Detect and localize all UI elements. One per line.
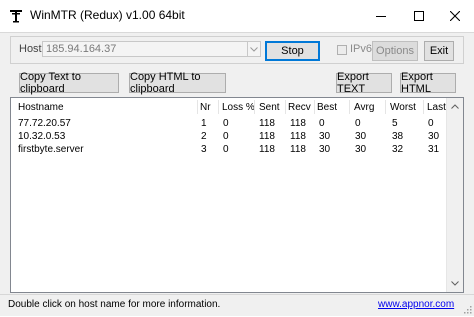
- cell-sent: 118: [259, 144, 275, 155]
- cell-worst: 38: [392, 131, 404, 142]
- column-divider[interactable]: [314, 100, 315, 114]
- column-divider[interactable]: [197, 100, 198, 114]
- stop-button[interactable]: Stop: [265, 41, 320, 61]
- column-divider[interactable]: [385, 100, 386, 114]
- column-header-hostname[interactable]: Hostname: [18, 102, 64, 113]
- host-combobox[interactable]: 185.94.164.37: [42, 41, 255, 57]
- title-separator: [0, 32, 474, 33]
- tower-antenna-icon: [8, 8, 24, 24]
- column-divider[interactable]: [254, 100, 255, 114]
- cell-hostname[interactable]: 10.32.0.53: [18, 131, 65, 142]
- column-divider[interactable]: [218, 100, 219, 114]
- export-text-button[interactable]: Export TEXT: [336, 71, 392, 95]
- scroll-down-button[interactable]: [447, 275, 463, 292]
- exit-button[interactable]: Exit: [424, 41, 454, 61]
- cell-last: 30: [428, 131, 440, 142]
- cell-nr: 2: [201, 131, 207, 142]
- cell-nr: 3: [201, 144, 207, 155]
- ipv6-checkbox[interactable]: [337, 45, 347, 55]
- column-header-best[interactable]: Best: [317, 102, 337, 113]
- close-icon: [449, 8, 461, 24]
- options-button[interactable]: Options: [372, 41, 418, 61]
- winmtr-window: WinMTR (Redux) v1.00 64bit Host: 185.94.…: [0, 0, 474, 316]
- chevron-down-icon: [250, 43, 258, 55]
- column-header-loss[interactable]: Loss %: [222, 102, 255, 113]
- ipv6-label: IPv6: [350, 43, 373, 55]
- minimize-icon: [376, 8, 386, 24]
- table-header: Hostname Nr Loss % Sent Recv Best Avrg W…: [11, 98, 463, 116]
- title-bar[interactable]: WinMTR (Redux) v1.00 64bit: [0, 0, 474, 32]
- cell-avrg: 0: [355, 118, 361, 129]
- status-bar: Double click on host name for more infor…: [0, 294, 474, 316]
- scroll-up-icon: [451, 102, 459, 111]
- column-header-avrg[interactable]: Avrg: [354, 102, 374, 113]
- host-dropdown-button[interactable]: [247, 41, 261, 57]
- window-title: WinMTR (Redux) v1.00 64bit: [30, 8, 185, 22]
- column-header-worst[interactable]: Worst: [390, 102, 416, 113]
- column-header-sent[interactable]: Sent: [259, 102, 280, 113]
- maximize-icon: [414, 8, 424, 24]
- copy-html-button[interactable]: Copy HTML to clipboard: [129, 71, 226, 95]
- cell-sent: 118: [259, 118, 275, 129]
- cell-loss: 0: [223, 131, 229, 142]
- scroll-up-button[interactable]: [447, 98, 463, 115]
- table-row[interactable]: 10.32.0.53 2 0 118 118 30 30 38 30: [11, 131, 463, 145]
- maximize-button[interactable]: [400, 0, 438, 32]
- scroll-down-icon: [451, 279, 459, 288]
- column-header-nr[interactable]: Nr: [200, 102, 211, 113]
- export-html-button[interactable]: Export HTML: [400, 71, 456, 95]
- cell-best: 30: [319, 131, 331, 142]
- cell-hostname[interactable]: 77.72.20.57: [18, 118, 71, 129]
- table-row[interactable]: firstbyte.server 3 0 118 118 30 30 32 31: [11, 144, 463, 158]
- copy-text-button[interactable]: Copy Text to clipboard: [19, 71, 119, 95]
- column-header-last[interactable]: Last: [427, 102, 446, 113]
- table-row[interactable]: 77.72.20.57 1 0 118 118 0 0 5 0: [11, 118, 463, 132]
- status-message: Double click on host name for more infor…: [8, 299, 221, 310]
- cell-worst: 5: [392, 118, 398, 129]
- cell-hostname[interactable]: firstbyte.server: [18, 144, 84, 155]
- column-divider[interactable]: [423, 100, 424, 114]
- cell-nr: 1: [201, 118, 207, 129]
- host-label: Host:: [19, 43, 45, 55]
- cell-avrg: 30: [355, 131, 367, 142]
- cell-worst: 32: [392, 144, 404, 155]
- column-divider[interactable]: [285, 100, 286, 114]
- cell-avrg: 30: [355, 144, 367, 155]
- cell-recv: 118: [290, 144, 306, 155]
- cell-best: 30: [319, 144, 331, 155]
- cell-last: 31: [428, 144, 440, 155]
- cell-last: 0: [428, 118, 434, 129]
- hops-table[interactable]: Hostname Nr Loss % Sent Recv Best Avrg W…: [10, 97, 464, 293]
- cell-loss: 0: [223, 118, 229, 129]
- vertical-scrollbar[interactable]: [446, 98, 463, 292]
- cell-recv: 118: [290, 118, 306, 129]
- scrollbar-track[interactable]: [449, 115, 461, 275]
- close-button[interactable]: [436, 0, 474, 32]
- cell-loss: 0: [223, 144, 229, 155]
- minimize-button[interactable]: [362, 0, 400, 32]
- cell-recv: 118: [290, 131, 306, 142]
- cell-best: 0: [319, 118, 325, 129]
- column-header-recv[interactable]: Recv: [288, 102, 311, 113]
- cell-sent: 118: [259, 131, 275, 142]
- resize-grip-icon[interactable]: [462, 304, 472, 314]
- column-divider[interactable]: [349, 100, 350, 114]
- website-link[interactable]: www.appnor.com: [378, 299, 454, 310]
